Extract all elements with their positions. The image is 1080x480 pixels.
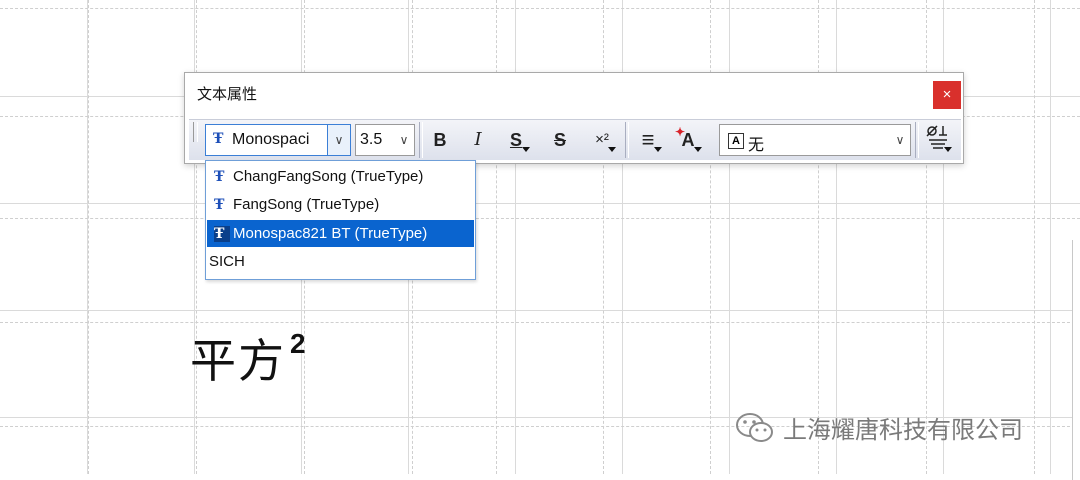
wechat-icon (736, 412, 773, 442)
italic-button[interactable]: I (463, 125, 493, 155)
strikethrough-button[interactable]: S (545, 125, 575, 155)
close-button[interactable]: × (933, 81, 961, 109)
font-dropdown-list: Ŧ ChangFangSong (TrueType) Ŧ FangSong (T… (205, 160, 476, 280)
truetype-icon: Ŧ (214, 197, 225, 213)
sparkle-icon: ✦ (675, 125, 686, 139)
font-combo[interactable]: Ŧ Monospaci ∨ (205, 124, 351, 156)
text-color-button[interactable]: ✦ A (673, 125, 703, 155)
toolbar-separator (625, 122, 629, 158)
bold-button[interactable]: B (425, 125, 455, 155)
font-option-label: Monospac821 BT (TrueType) (233, 225, 428, 242)
watermark-text: 上海耀唐科技有限公司 (783, 416, 1023, 444)
grid-line (0, 8, 1080, 10)
truetype-icon: Ŧ (214, 226, 230, 242)
size-combo-value: 3.5 (360, 131, 383, 148)
font-option-label: SICH (209, 253, 245, 270)
truetype-icon: Ŧ (213, 131, 224, 147)
font-option[interactable]: Ŧ ChangFangSong (TrueType) (207, 163, 474, 190)
sample-text[interactable]: 平方 2 (190, 325, 308, 391)
truetype-icon: Ŧ (214, 169, 225, 185)
underline-button[interactable]: S (501, 125, 531, 155)
text-toolbar: Ŧ Monospaci ∨ 3.5 ∨ B I S S ×² ≡ ✦ A A 无 (189, 119, 961, 160)
dropdown-arrow-icon (694, 147, 702, 152)
underline-label: S (509, 130, 522, 150)
grid-line (88, 0, 90, 474)
grid-line (1034, 0, 1036, 474)
size-combo[interactable]: 3.5 ∨ (355, 124, 415, 156)
font-option[interactable]: Ŧ FangSong (TrueType) (207, 191, 474, 218)
align-button[interactable]: ≡ (633, 125, 663, 155)
font-option[interactable]: SICH (207, 248, 474, 275)
text-frame-icon: A (728, 133, 744, 149)
text-frame-value: 无 (748, 137, 765, 154)
chevron-down-icon[interactable]: ∨ (890, 125, 910, 155)
dialog-title: 文本属性 (197, 85, 258, 103)
grid-line (0, 322, 1080, 324)
toolbar-separator (915, 122, 919, 158)
toolbar-separator (419, 122, 423, 158)
dropdown-arrow-icon (522, 147, 530, 152)
superscript-label: ×² (595, 131, 609, 148)
chevron-down-icon[interactable]: ∨ (394, 125, 414, 155)
sample-text-superscript: 2 (290, 327, 308, 359)
dropdown-arrow-icon (944, 147, 952, 152)
chevron-down-icon[interactable]: ∨ (327, 125, 350, 155)
text-frame-combo[interactable]: A 无 ∨ (719, 124, 911, 156)
dropdown-arrow-icon (608, 147, 616, 152)
diameter-symbol-button[interactable] (923, 125, 953, 155)
superscript-button[interactable]: ×² (587, 125, 617, 155)
grid-line (0, 218, 1080, 220)
font-option-selected[interactable]: Ŧ Monospac821 BT (TrueType) (207, 220, 474, 247)
font-option-label: ChangFangSong (TrueType) (233, 168, 424, 185)
font-combo-value: Monospaci (232, 131, 310, 148)
font-option-label: FangSong (TrueType) (233, 196, 380, 213)
align-left-icon: ≡ (641, 127, 655, 152)
dropdown-arrow-icon (654, 147, 662, 152)
toolbar-grip[interactable] (193, 122, 198, 142)
sample-text-main: 平方 (190, 334, 286, 388)
text-properties-dialog: 文本属性 × Ŧ Monospaci ∨ 3.5 ∨ B I S S ×² ≡ … (184, 72, 964, 164)
watermark: 上海耀唐科技有限公司 (735, 410, 1023, 445)
side-panel-edge (1072, 240, 1080, 480)
